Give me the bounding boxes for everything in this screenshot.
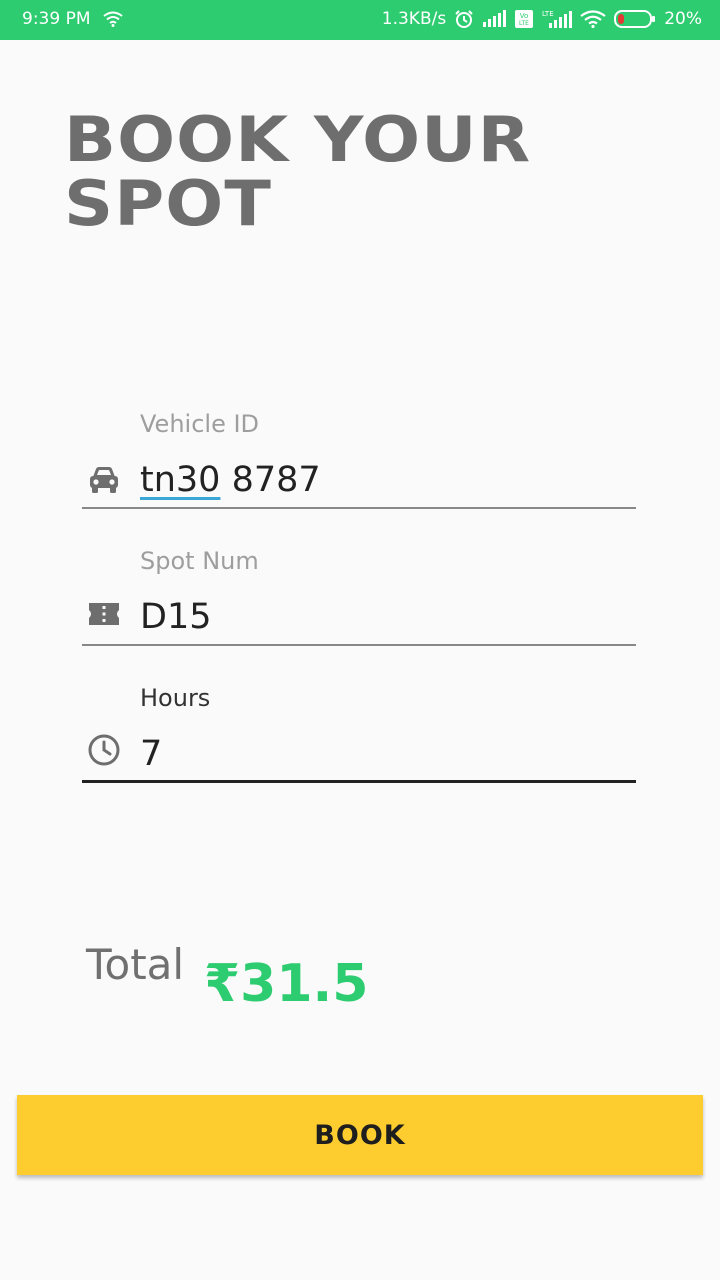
ticket-icon: [84, 594, 124, 634]
battery-percent: 20%: [664, 9, 702, 29]
svg-text:Vo: Vo: [520, 12, 529, 20]
wifi-icon: [102, 11, 123, 27]
car-icon: [84, 460, 124, 500]
vehicle-id-field[interactable]: Vehicle ID tn30 8787: [82, 410, 636, 510]
hours-field[interactable]: Hours 7: [82, 684, 636, 784]
page-title: BOOK YOUR SPOT: [64, 103, 532, 240]
volte-icon: Vo LTE: [514, 9, 534, 29]
network-speed: 1.3KB/s: [381, 9, 447, 29]
total-label: Total: [86, 940, 185, 989]
spot-num-input[interactable]: D15: [140, 597, 212, 637]
spot-num-field[interactable]: Spot Num D15: [82, 547, 636, 647]
alarm-icon: [454, 9, 474, 29]
clock-icon: [84, 730, 124, 770]
total-amount: ₹31.5: [204, 954, 369, 1014]
hours-input[interactable]: 7: [140, 734, 162, 774]
status-time: 9:39 PM: [22, 9, 91, 29]
vehicle-id-prefix: tn30: [140, 460, 221, 500]
vehicle-id-label: Vehicle ID: [140, 410, 260, 438]
svg-text:LTE: LTE: [542, 10, 554, 18]
svg-text:LTE: LTE: [519, 20, 529, 27]
book-button-label: BOOK: [314, 1119, 406, 1151]
spot-num-label: Spot Num: [140, 547, 259, 575]
status-bar: 9:39 PM 1.3KB/s Vo LTE LTE 20%: [0, 0, 720, 40]
battery-icon: [614, 9, 656, 29]
wifi-icon: [580, 10, 606, 28]
signal-icon: [482, 10, 507, 28]
lte-signal-icon: LTE: [542, 9, 573, 29]
vehicle-id-suffix: 8787: [220, 460, 321, 500]
hours-label: Hours: [140, 684, 211, 712]
vehicle-id-input[interactable]: tn30 8787: [140, 460, 321, 500]
spot-num-underline: [82, 644, 636, 646]
book-button[interactable]: BOOK: [17, 1095, 703, 1175]
hours-underline: [82, 780, 636, 783]
vehicle-id-underline: [82, 507, 636, 509]
